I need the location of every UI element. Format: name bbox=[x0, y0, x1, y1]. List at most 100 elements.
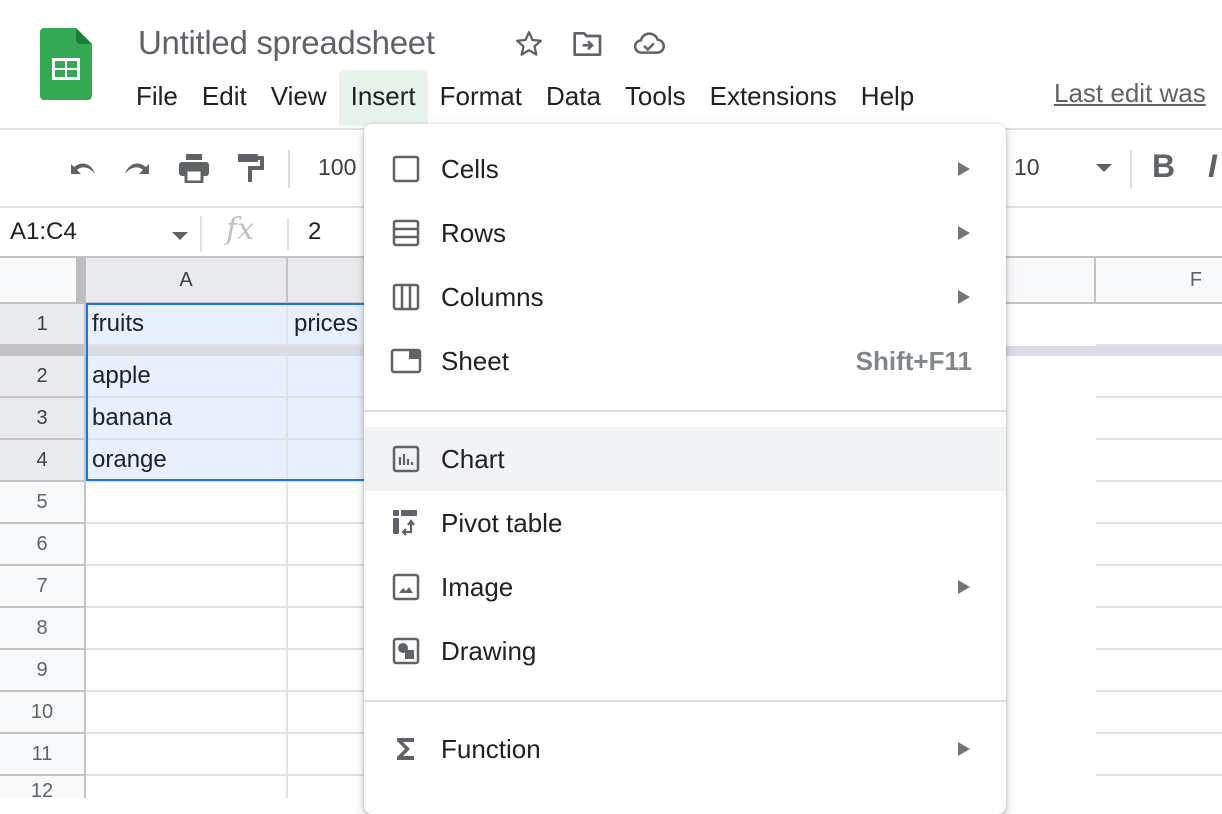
row-header-7[interactable]: 7 bbox=[0, 566, 86, 608]
cell-a8[interactable] bbox=[86, 608, 288, 650]
cell-a9[interactable] bbox=[86, 650, 288, 692]
font-size-dropdown-icon[interactable] bbox=[1096, 164, 1112, 172]
menu-item-label: Image bbox=[441, 571, 514, 602]
menu-data[interactable]: Data bbox=[534, 70, 613, 126]
menu-item-label: Drawing bbox=[441, 635, 537, 666]
document-title[interactable]: Untitled spreadsheet bbox=[138, 24, 435, 62]
redo-icon[interactable] bbox=[120, 150, 156, 186]
cell-f1[interactable] bbox=[1096, 304, 1222, 346]
paint-format-icon[interactable] bbox=[232, 150, 268, 186]
menu-item-sheet[interactable]: Sheet Shift+F11 bbox=[364, 329, 1006, 393]
menu-separator bbox=[364, 700, 1006, 702]
sigma-icon bbox=[390, 733, 422, 765]
menu-item-function[interactable]: Function bbox=[364, 717, 1006, 781]
menu-extensions[interactable]: Extensions bbox=[698, 70, 849, 126]
menu-item-label: Columns bbox=[441, 281, 544, 312]
menu-item-drawing[interactable]: Drawing bbox=[364, 619, 1006, 683]
row-header-3[interactable]: 3 bbox=[0, 398, 86, 440]
menu-view[interactable]: View bbox=[259, 70, 339, 126]
cell-a10[interactable] bbox=[86, 692, 288, 734]
keyboard-shortcut: Shift+F11 bbox=[855, 345, 972, 376]
cell-f5[interactable] bbox=[1096, 482, 1222, 524]
menu-help[interactable]: Help bbox=[849, 70, 926, 126]
select-all-corner[interactable] bbox=[0, 258, 86, 304]
menu-item-columns[interactable]: Columns bbox=[364, 265, 1006, 329]
menu-item-rows[interactable]: Rows bbox=[364, 201, 1006, 265]
star-icon[interactable] bbox=[513, 28, 545, 60]
bold-button[interactable]: B bbox=[1152, 148, 1175, 185]
cell-a11[interactable] bbox=[86, 734, 288, 776]
row-header-6[interactable]: 6 bbox=[0, 524, 86, 566]
sheets-logo[interactable] bbox=[40, 28, 92, 100]
menu-item-label: Function bbox=[441, 733, 541, 764]
row-header-4[interactable]: 4 bbox=[0, 440, 86, 482]
menu-item-chart[interactable]: Chart bbox=[364, 427, 1006, 491]
menu-file[interactable]: File bbox=[124, 70, 190, 126]
menu-format[interactable]: Format bbox=[428, 70, 534, 126]
name-box[interactable]: A1:C4 bbox=[10, 218, 77, 246]
submenu-arrow-icon bbox=[958, 162, 970, 176]
sheet-icon bbox=[390, 345, 422, 377]
row-header-11[interactable]: 11 bbox=[0, 734, 86, 776]
submenu-arrow-icon bbox=[958, 742, 970, 756]
cell-a4[interactable]: orange bbox=[86, 440, 288, 482]
move-to-folder-icon[interactable] bbox=[572, 28, 604, 60]
cell-f2[interactable] bbox=[1096, 356, 1222, 398]
cell-f6[interactable] bbox=[1096, 524, 1222, 566]
zoom-select[interactable]: 100 bbox=[318, 154, 356, 181]
row-header-12[interactable]: 12 bbox=[0, 776, 86, 798]
menu-bar: File Edit View Insert Format Data Tools … bbox=[124, 70, 926, 126]
freeze-handle[interactable] bbox=[76, 258, 86, 304]
cell-a3[interactable]: banana bbox=[86, 398, 288, 440]
menu-item-pivot-table[interactable]: Pivot table bbox=[364, 491, 1006, 555]
cell-a7[interactable] bbox=[86, 566, 288, 608]
cell-f4[interactable] bbox=[1096, 440, 1222, 482]
row-header-10[interactable]: 10 bbox=[0, 692, 86, 734]
cell-f9[interactable] bbox=[1096, 650, 1222, 692]
name-box-dropdown-icon[interactable] bbox=[172, 232, 188, 240]
menu-item-label: Cells bbox=[441, 153, 499, 184]
menu-item-label: Sheet bbox=[441, 345, 509, 376]
cell-f3[interactable] bbox=[1096, 398, 1222, 440]
menu-insert[interactable]: Insert bbox=[338, 70, 428, 126]
last-edit-link[interactable]: Last edit was bbox=[1054, 78, 1206, 109]
row-header-5[interactable]: 5 bbox=[0, 482, 86, 524]
formula-bar-divider bbox=[287, 218, 289, 250]
cell-f8[interactable] bbox=[1096, 608, 1222, 650]
undo-icon[interactable] bbox=[64, 150, 100, 186]
cell-a12[interactable] bbox=[86, 776, 288, 798]
menu-item-image[interactable]: Image bbox=[364, 555, 1006, 619]
menu-item-label: Pivot table bbox=[441, 507, 563, 538]
column-header-a[interactable]: A bbox=[86, 258, 288, 304]
row-header-1[interactable]: 1 bbox=[0, 304, 86, 346]
cell-f12[interactable] bbox=[1096, 776, 1222, 798]
font-size-select[interactable]: 10 bbox=[1014, 154, 1040, 181]
row-header-8[interactable]: 8 bbox=[0, 608, 86, 650]
row-header-2[interactable]: 2 bbox=[0, 356, 86, 398]
drawing-icon bbox=[390, 635, 422, 667]
chart-icon bbox=[390, 443, 422, 475]
cell-f11[interactable] bbox=[1096, 734, 1222, 776]
cell-f7[interactable] bbox=[1096, 566, 1222, 608]
print-icon[interactable] bbox=[176, 150, 212, 186]
menu-edit[interactable]: Edit bbox=[190, 70, 259, 126]
row-header-9[interactable]: 9 bbox=[0, 650, 86, 692]
frozen-row-handle[interactable] bbox=[0, 346, 86, 356]
cell-a2[interactable]: apple bbox=[86, 356, 288, 398]
pivot-table-icon bbox=[390, 507, 422, 539]
column-header-f[interactable]: F bbox=[1096, 258, 1222, 304]
formula-input[interactable]: 2 bbox=[308, 218, 321, 246]
cell-a5[interactable] bbox=[86, 482, 288, 524]
cell-f10[interactable] bbox=[1096, 692, 1222, 734]
cell-a1[interactable]: fruits bbox=[86, 304, 288, 346]
menu-item-label: Rows bbox=[441, 217, 507, 248]
italic-button[interactable]: I bbox=[1208, 148, 1217, 185]
toolbar-separator bbox=[288, 150, 290, 188]
formula-bar-divider bbox=[200, 216, 202, 252]
cloud-saved-icon[interactable] bbox=[633, 28, 665, 60]
cell-a6[interactable] bbox=[86, 524, 288, 566]
menu-item-cells[interactable]: Cells bbox=[364, 137, 1006, 201]
menu-tools[interactable]: Tools bbox=[613, 70, 698, 126]
toolbar-separator bbox=[1130, 150, 1132, 188]
submenu-arrow-icon bbox=[958, 226, 970, 240]
